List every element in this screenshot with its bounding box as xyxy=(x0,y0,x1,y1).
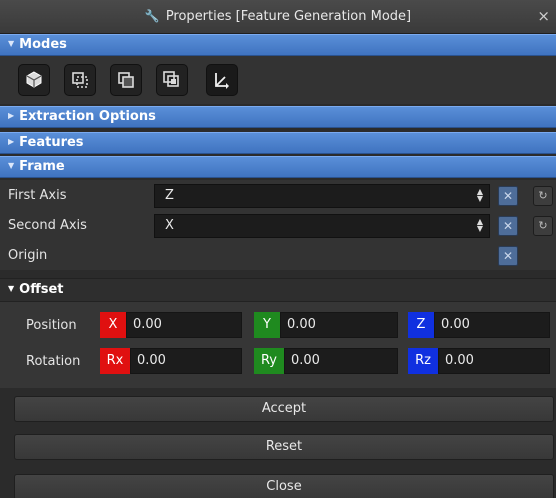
section-extraction-options[interactable]: ▶ Extraction Options xyxy=(0,106,556,128)
collapse-arrow-icon: ▼ xyxy=(8,39,15,48)
edge-feature-mode-button[interactable] xyxy=(64,64,96,96)
multi-feature-mode-icon xyxy=(163,71,179,87)
frame-panel: First Axis Z ▲ ▼ ✕ ↻ Second Axis X ▲ ▼ ✕ ↻… xyxy=(0,180,556,270)
ry-axis-tag: Ry xyxy=(254,348,284,374)
first-axis-clear-button[interactable]: ✕ xyxy=(498,186,518,206)
x-axis-tag: X xyxy=(100,312,126,338)
origin-clear-button[interactable]: ✕ xyxy=(498,246,518,266)
z-axis-tag: Z xyxy=(408,312,434,338)
collapse-arrow-icon: ▼ xyxy=(8,284,15,293)
spinner-arrows-icon: ▲ ▼ xyxy=(476,187,483,203)
window-title: 🔧 Properties [Feature Generation Mode] xyxy=(144,9,412,24)
multi-feature-mode-button[interactable] xyxy=(156,64,188,96)
expand-arrow-icon: ▶ xyxy=(8,111,15,120)
title-bar: 🔧 Properties [Feature Generation Mode] × xyxy=(0,0,556,34)
object-mode-icon xyxy=(26,71,42,88)
position-x-field[interactable]: 0.00 xyxy=(126,312,242,338)
position-y-field[interactable]: 0.00 xyxy=(280,312,398,338)
section-features[interactable]: ▶ Features xyxy=(0,132,556,154)
reset-button[interactable]: Reset xyxy=(14,434,554,460)
rx-axis-tag: Rx xyxy=(100,348,130,374)
first-axis-select[interactable]: Z ▲ ▼ xyxy=(154,184,490,208)
y-axis-tag: Y xyxy=(254,312,280,338)
second-axis-select[interactable]: X ▲ ▼ xyxy=(154,214,490,238)
modes-toolbar xyxy=(0,56,556,104)
rotation-x-field[interactable]: 0.00 xyxy=(130,348,242,374)
face-feature-mode-button[interactable] xyxy=(110,64,142,96)
first-axis-reset-button[interactable]: ↻ xyxy=(533,186,553,206)
object-mode-button[interactable] xyxy=(18,64,50,96)
offset-header[interactable]: ▼ Offset xyxy=(0,278,556,302)
rotation-label: Rotation xyxy=(26,354,81,369)
frame-axis-mode-icon xyxy=(215,73,229,89)
second-axis-label: Second Axis xyxy=(8,218,87,233)
position-label: Position xyxy=(26,318,77,333)
collapse-arrow-icon: ▼ xyxy=(8,161,15,170)
offset-panel: Position X 0.00 Y 0.00 Z 0.00 Rotation R… xyxy=(0,302,556,388)
rotation-z-field[interactable]: 0.00 xyxy=(438,348,550,374)
face-feature-mode-icon xyxy=(118,72,134,88)
frame-axis-mode-button[interactable] xyxy=(206,64,238,96)
section-modes[interactable]: ▼ Modes xyxy=(0,34,556,56)
wrench-icon: 🔧 xyxy=(144,9,160,23)
close-window-icon[interactable]: × xyxy=(537,7,550,25)
edge-feature-mode-icon xyxy=(72,72,88,88)
rotation-y-field[interactable]: 0.00 xyxy=(284,348,398,374)
position-z-field[interactable]: 0.00 xyxy=(434,312,550,338)
close-button[interactable]: Close xyxy=(14,474,554,498)
second-axis-reset-button[interactable]: ↻ xyxy=(533,216,553,236)
origin-label: Origin xyxy=(8,248,48,263)
section-frame[interactable]: ▼ Frame xyxy=(0,156,556,178)
first-axis-label: First Axis xyxy=(8,188,67,203)
accept-button[interactable]: Accept xyxy=(14,396,554,422)
expand-arrow-icon: ▶ xyxy=(8,137,15,146)
second-axis-clear-button[interactable]: ✕ xyxy=(498,216,518,236)
spinner-arrows-icon: ▲ ▼ xyxy=(476,217,483,233)
rz-axis-tag: Rz xyxy=(408,348,438,374)
